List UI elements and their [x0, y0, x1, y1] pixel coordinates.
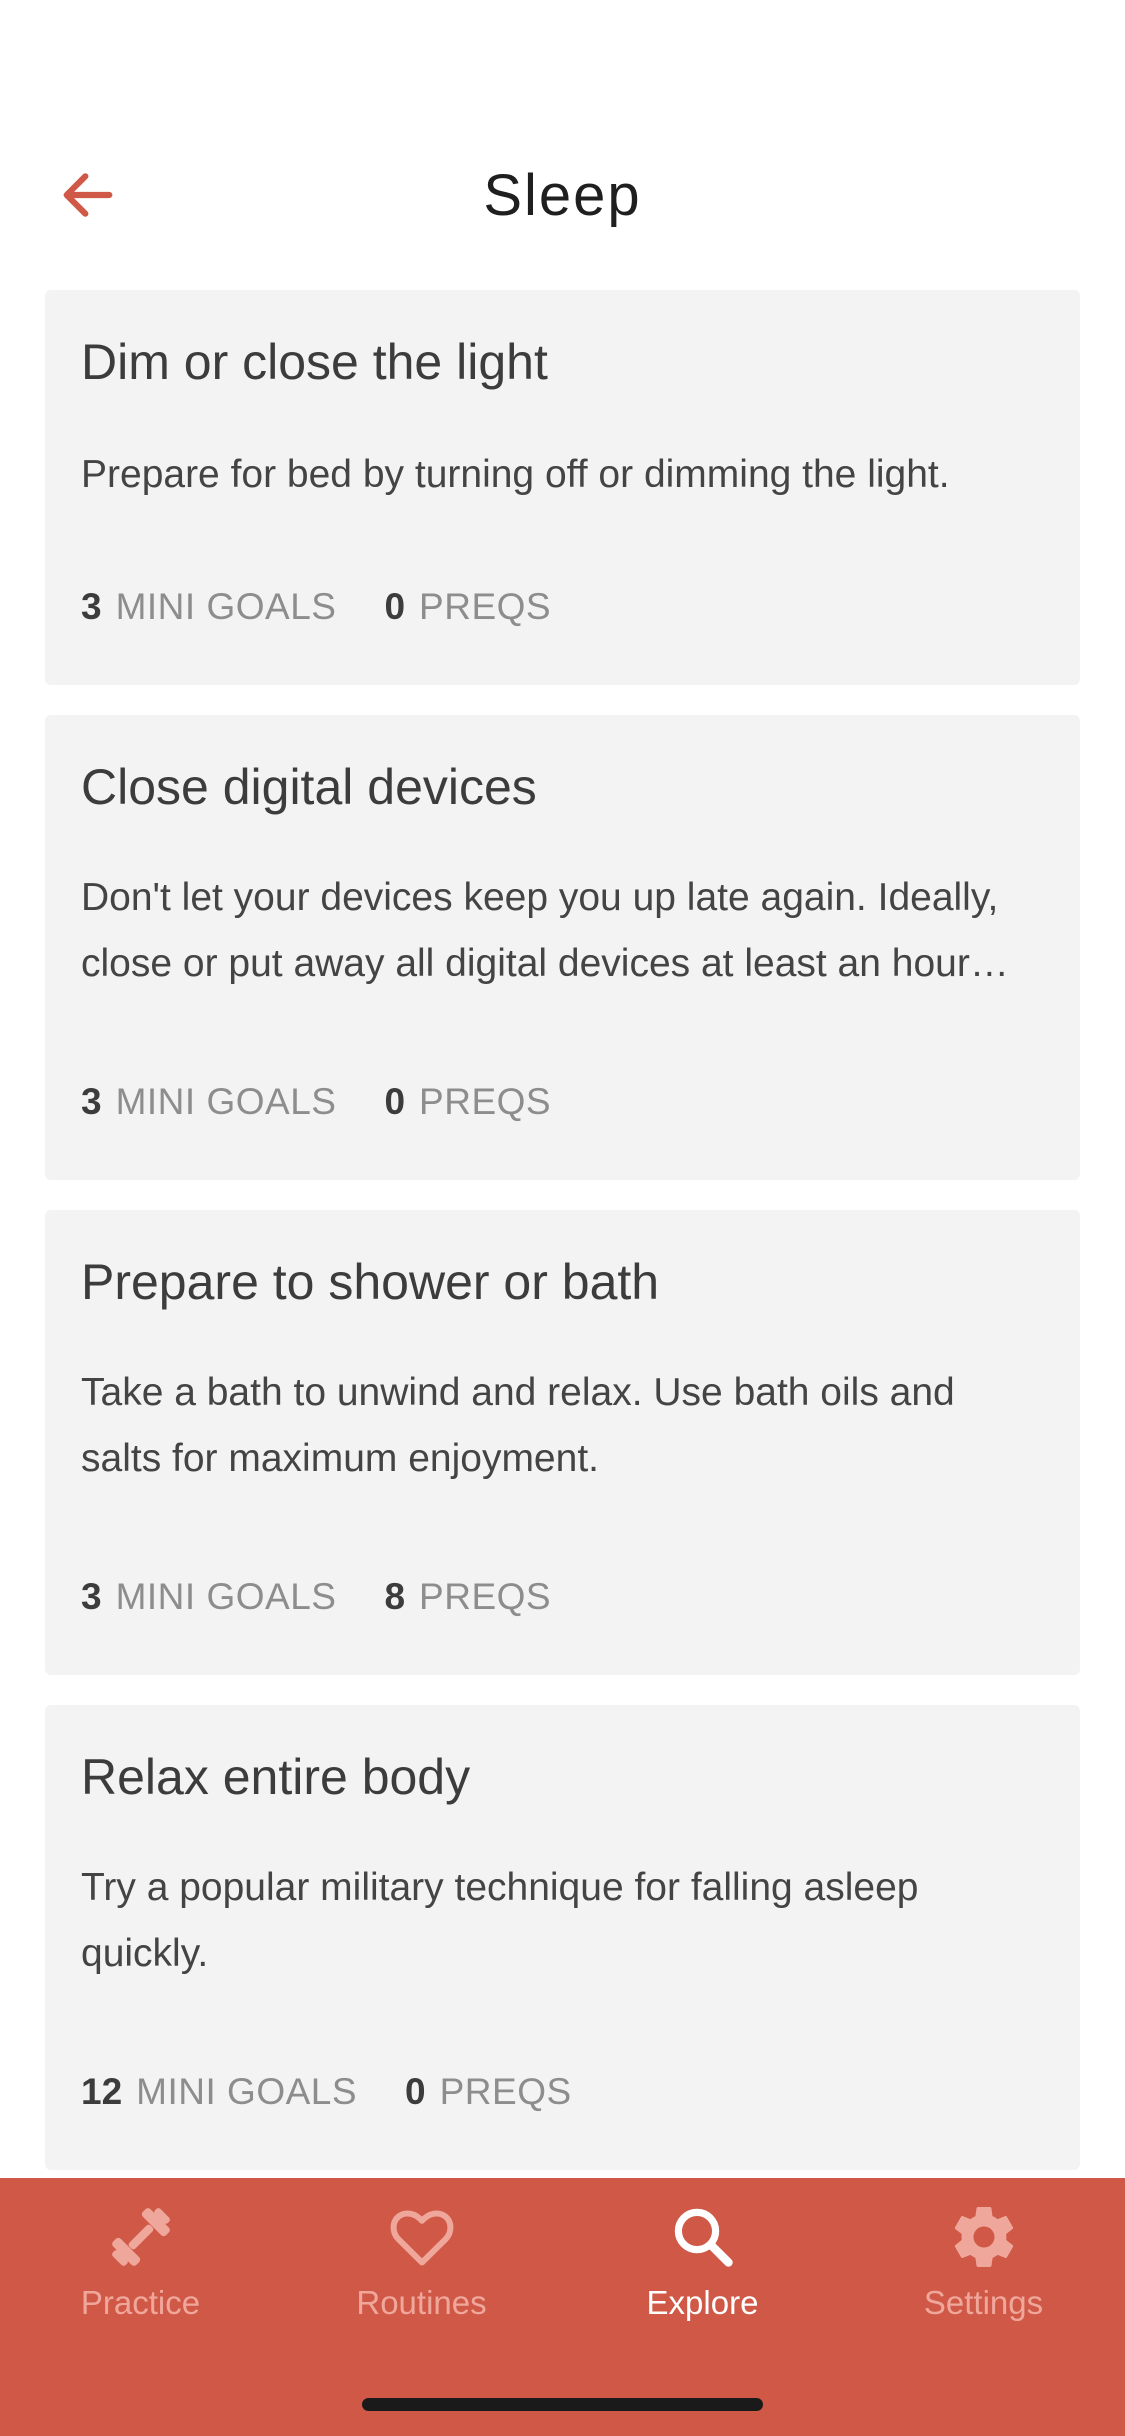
gear-icon	[948, 2200, 1020, 2274]
goal-card-title: Dim or close the light	[81, 334, 548, 390]
dumbbell-icon	[105, 2200, 177, 2274]
goal-card-title: Prepare to shower or bath	[81, 1254, 660, 1310]
goal-card[interactable]: Relax entire body Try a popular military…	[45, 1705, 1080, 2170]
goal-card[interactable]: Close digital devices Don't let your dev…	[45, 715, 1080, 1180]
tab-explore[interactable]: Explore	[562, 2178, 843, 2348]
goal-card-description: Don't let your devices keep you up late …	[81, 876, 999, 985]
preqs-count: 0	[405, 2071, 426, 2112]
app-header: Sleep	[0, 0, 1125, 280]
tab-routines[interactable]: Routines	[281, 2178, 562, 2348]
goal-card-description: Take a bath to unwind and relax. Use bat…	[81, 1371, 955, 1480]
bottom-tab-bar: Practice Routines Explore Settings	[0, 2178, 1125, 2436]
tab-label: Routines	[356, 2284, 487, 2321]
goal-card-description: Prepare for bed by turning off or dimmin…	[81, 453, 950, 496]
goal-card-stats: 3 MINI GOALS 0 PREQS	[81, 1081, 599, 1123]
preqs-label: PREQS	[419, 586, 552, 627]
goal-card-title: Close digital devices	[81, 759, 537, 815]
preqs-count: 0	[384, 586, 406, 627]
tab-practice[interactable]: Practice	[0, 2178, 281, 2348]
mini-goals-count: 3	[81, 1081, 102, 1122]
goal-card-stats: 3 MINI GOALS 8 PREQS	[81, 1576, 599, 1618]
goal-card-stats: 3 MINI GOALS 0 PREQS	[81, 586, 599, 628]
preqs-count: 8	[384, 1576, 406, 1617]
mini-goals-label: MINI GOALS	[115, 586, 337, 627]
preqs-label: PREQS	[439, 2071, 572, 2112]
mini-goals-count: 3	[81, 1576, 102, 1617]
mini-goals-label: MINI GOALS	[115, 1576, 337, 1617]
mini-goals-label: MINI GOALS	[136, 2071, 358, 2112]
goal-card-title: Relax entire body	[81, 1749, 471, 1805]
page-title: Sleep	[483, 163, 642, 228]
mini-goals-count: 3	[81, 586, 102, 627]
goal-card[interactable]: Dim or close the light Prepare for bed b…	[45, 290, 1080, 685]
preqs-count: 0	[384, 1081, 406, 1122]
mini-goals-label: MINI GOALS	[115, 1081, 337, 1122]
search-icon	[667, 2200, 739, 2274]
heart-icon	[386, 2200, 458, 2274]
tab-label: Settings	[923, 2284, 1044, 2321]
preqs-label: PREQS	[419, 1081, 552, 1122]
goal-card-stats: 12 MINI GOALS 0 PREQS	[81, 2071, 620, 2113]
home-indicator[interactable]	[362, 2398, 763, 2411]
goal-card-description: Try a popular military technique for fal…	[81, 1866, 919, 1975]
tab-label: Explore	[646, 2284, 759, 2321]
tab-label: Practice	[80, 2284, 201, 2321]
tab-settings[interactable]: Settings	[843, 2178, 1124, 2348]
goal-card[interactable]: Prepare to shower or bath Take a bath to…	[45, 1210, 1080, 1675]
preqs-label: PREQS	[419, 1576, 552, 1617]
mini-goals-count: 12	[81, 2071, 123, 2112]
